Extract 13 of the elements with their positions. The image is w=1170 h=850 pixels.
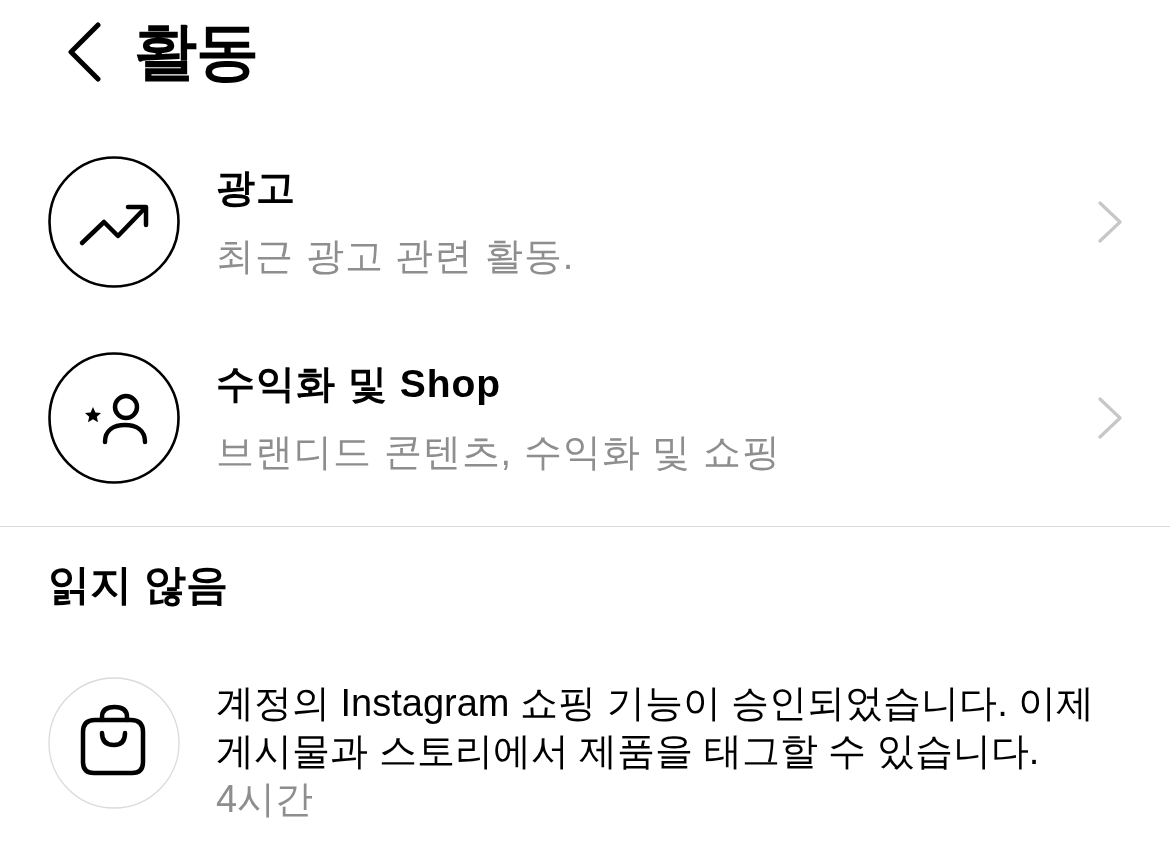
notification-text: 계정의 Instagram 쇼핑 기능이 승인되었습니다. 이제 게시물과 스토리에서 제품을 태그할 수 있습니다. [216, 681, 1096, 774]
shopping-bag-icon [48, 677, 180, 809]
category-title: 수익화 및 Shop [216, 361, 502, 407]
notification-time: 4시간 [216, 777, 314, 822]
chevron-right-icon[interactable] [1098, 201, 1122, 243]
page-title: 활동 [134, 17, 258, 87]
chevron-right-icon[interactable] [1098, 397, 1122, 439]
category-subtitle: 브랜디드 콘텐츠, 수익화 및 쇼핑 [216, 430, 781, 475]
category-title: 광고 [216, 165, 296, 211]
trending-up-icon [48, 156, 180, 288]
section-title: 읽지 않음 [48, 560, 228, 610]
category-subtitle: 최근 광고 관련 활동. [216, 234, 575, 279]
back-icon [66, 22, 102, 82]
